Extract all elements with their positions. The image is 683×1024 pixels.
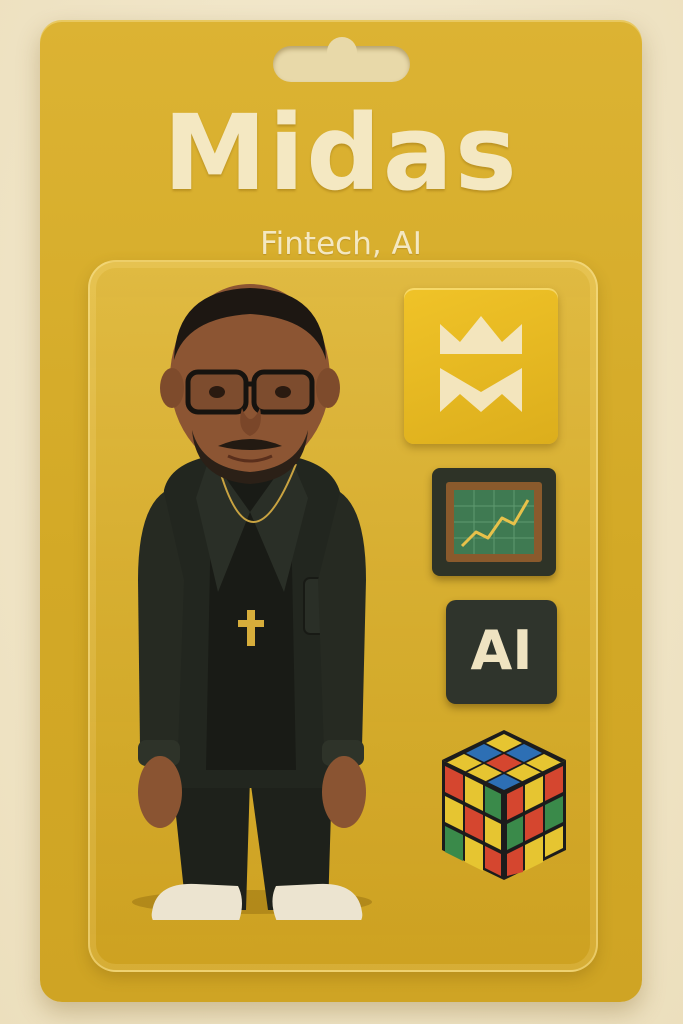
- package-subtitle: Fintech, AI: [260, 226, 422, 262]
- crown-logo-icon: [440, 316, 522, 412]
- action-figure: [132, 284, 372, 920]
- package-title: Midas: [163, 92, 519, 214]
- rubiks-cube-icon: [442, 730, 566, 880]
- crown-logo-tile: [404, 288, 558, 444]
- chart-tile: [432, 468, 556, 576]
- ai-icon: AI: [470, 619, 533, 682]
- chart-icon: [446, 482, 542, 562]
- ai-tile: AI: [446, 600, 557, 704]
- toy-package-card: Midas Fintech, AI AI: [40, 20, 642, 1002]
- hang-hole: [273, 37, 410, 82]
